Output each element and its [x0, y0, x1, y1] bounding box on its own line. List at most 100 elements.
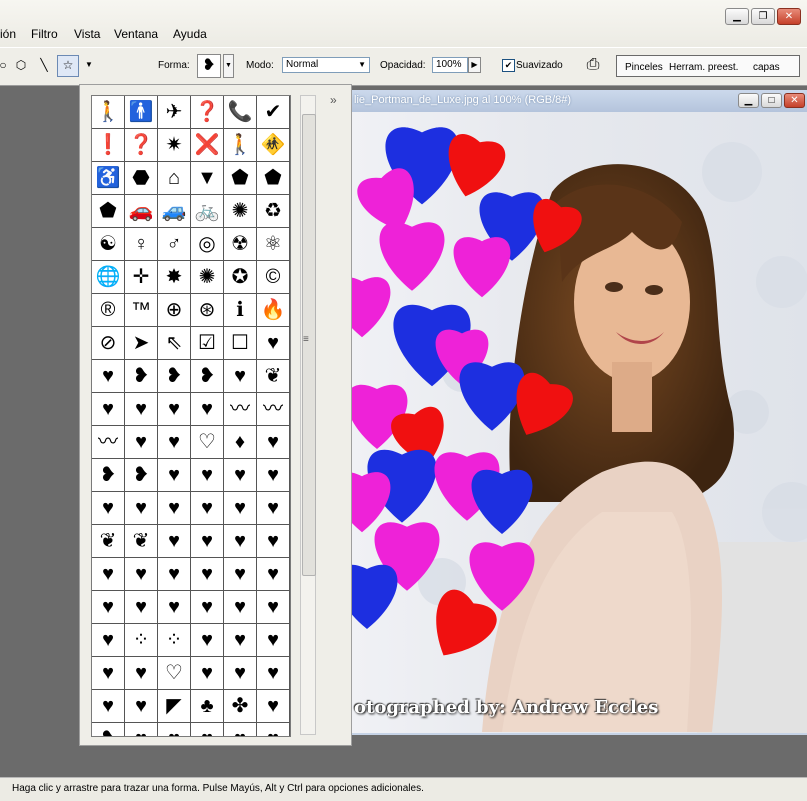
close-button[interactable]: ✕	[777, 8, 801, 25]
shape-cell[interactable]: ♥	[257, 525, 290, 558]
shape-cell[interactable]: ☐	[224, 327, 257, 360]
shape-cell[interactable]: ♥	[257, 591, 290, 624]
shape-cell[interactable]: ⇖	[158, 327, 191, 360]
shape-cell[interactable]: ♿	[92, 162, 125, 195]
shape-cell[interactable]: ♥	[191, 591, 224, 624]
shape-cell[interactable]: 〰	[224, 393, 257, 426]
shape-cell[interactable]: 🚸	[257, 129, 290, 162]
shape-cell[interactable]: ♻	[257, 195, 290, 228]
panel-menu-icon[interactable]: »	[330, 93, 337, 107]
image-canvas[interactable]: otographed by: Andrew Eccles	[352, 112, 807, 733]
antialias-checkbox[interactable]: ✔	[502, 59, 515, 72]
opacity-slider-arrow-icon[interactable]: ▶	[468, 57, 481, 73]
shape-cell[interactable]: ♥	[158, 558, 191, 591]
shape-cell[interactable]: ♥	[257, 723, 290, 736]
polygon-tool-icon[interactable]: ⬡	[12, 56, 30, 74]
shape-grid-scrollbar[interactable]: ≡	[300, 95, 316, 735]
shape-cell[interactable]: ♥	[125, 558, 158, 591]
menu-filtro[interactable]: Filtro	[31, 27, 58, 41]
shape-cell[interactable]: ♥	[158, 723, 191, 736]
shape-cell[interactable]: 🚶	[92, 96, 125, 129]
shape-cell[interactable]: ❓	[191, 96, 224, 129]
shape-cell[interactable]: ♣	[191, 690, 224, 723]
shape-cell[interactable]: ♥	[191, 558, 224, 591]
shape-cell[interactable]: ⬟	[257, 162, 290, 195]
shape-cell[interactable]: ♥	[125, 492, 158, 525]
shape-cell[interactable]: ♥	[257, 492, 290, 525]
shape-cell[interactable]: ♥	[125, 393, 158, 426]
shape-cell[interactable]: ♦	[224, 426, 257, 459]
ellipse-tool-icon[interactable]: ○	[0, 56, 12, 74]
shape-cell[interactable]: ✔	[257, 96, 290, 129]
shape-cell[interactable]: ♥	[224, 591, 257, 624]
shape-cell[interactable]: ✪	[224, 261, 257, 294]
shape-cell[interactable]: ♥	[191, 723, 224, 736]
shape-cell[interactable]: ⁘	[158, 624, 191, 657]
shape-cell[interactable]: 〰	[92, 426, 125, 459]
shape-cell[interactable]: ✸	[158, 261, 191, 294]
shape-cell[interactable]: ♥	[158, 591, 191, 624]
shape-cell[interactable]: 🚙	[158, 195, 191, 228]
shape-cell[interactable]: ♡	[191, 426, 224, 459]
opacity-field[interactable]: 100%	[432, 57, 468, 73]
shape-cell[interactable]: ♥	[224, 723, 257, 736]
mode-select[interactable]: Normal ▼	[282, 57, 370, 73]
shape-cell[interactable]: ♥	[191, 393, 224, 426]
shape-cell[interactable]: ✷	[158, 129, 191, 162]
shape-cell[interactable]: ♥	[125, 591, 158, 624]
toggle-palettes-icon[interactable]: ⎙	[584, 56, 602, 74]
shape-preview-icon[interactable]: ❥	[197, 54, 221, 78]
shape-cell[interactable]: ♀	[125, 228, 158, 261]
shape-cell[interactable]: ⌂	[158, 162, 191, 195]
shape-cell[interactable]: ♂	[158, 228, 191, 261]
menu-vista[interactable]: Vista	[74, 27, 100, 41]
shape-cell[interactable]: ❓	[125, 129, 158, 162]
shape-cell[interactable]: ♥	[92, 360, 125, 393]
shape-cell[interactable]: ♥	[92, 558, 125, 591]
shape-cell[interactable]: ♥	[92, 591, 125, 624]
shape-cell[interactable]: 🚶	[224, 129, 257, 162]
tab-capas[interactable]: capas	[753, 62, 780, 73]
shape-cell[interactable]: ♥	[125, 657, 158, 690]
shape-cell[interactable]: ❥	[125, 459, 158, 492]
shape-cell[interactable]: ☯	[92, 228, 125, 261]
shape-cell[interactable]: ♥	[224, 525, 257, 558]
shape-cell[interactable]: ♥	[257, 657, 290, 690]
shape-cell[interactable]: ♥	[257, 327, 290, 360]
shape-picker-arrow-icon[interactable]: ▼	[223, 54, 234, 78]
shape-cell[interactable]: ◎	[191, 228, 224, 261]
shape-cell[interactable]: ®	[92, 294, 125, 327]
shape-cell[interactable]: ⁘	[125, 624, 158, 657]
shape-cell[interactable]: ♥	[158, 525, 191, 558]
shape-cell[interactable]: ☢	[224, 228, 257, 261]
shape-cell[interactable]: ℹ	[224, 294, 257, 327]
scrollbar-thumb[interactable]	[302, 114, 316, 576]
shape-cell[interactable]: ❦	[125, 525, 158, 558]
shape-cell[interactable]: ❥	[92, 723, 125, 736]
shape-cell[interactable]: ♥	[224, 657, 257, 690]
shape-cell[interactable]: ❥	[125, 360, 158, 393]
shape-cell[interactable]: ©	[257, 261, 290, 294]
shape-cell[interactable]: ❦	[257, 360, 290, 393]
shape-cell[interactable]: ♥	[125, 690, 158, 723]
shape-cell[interactable]: ♥	[257, 426, 290, 459]
shape-cell[interactable]: ♥	[224, 459, 257, 492]
shape-cell[interactable]: ☑	[191, 327, 224, 360]
custom-shape-tool-icon[interactable]: ☆	[57, 55, 79, 77]
shape-cell[interactable]: ⬟	[92, 195, 125, 228]
shape-cell[interactable]: ➤	[125, 327, 158, 360]
shape-cell[interactable]: ❦	[92, 525, 125, 558]
shape-cell[interactable]: ✺	[191, 261, 224, 294]
shape-cell[interactable]: 〰	[257, 393, 290, 426]
shape-cell[interactable]: ♥	[257, 690, 290, 723]
shape-cell[interactable]: 📞	[224, 96, 257, 129]
tab-pinceles[interactable]: Pinceles	[625, 62, 663, 73]
doc-close-button[interactable]: ✕	[784, 93, 805, 108]
shape-cell[interactable]: ♥	[158, 459, 191, 492]
shape-cell[interactable]: ♥	[158, 393, 191, 426]
shape-cell[interactable]: ♥	[125, 426, 158, 459]
minimize-button[interactable]: ▁	[725, 8, 749, 25]
shape-cell[interactable]: ♥	[191, 492, 224, 525]
shape-cell[interactable]: ⬟	[224, 162, 257, 195]
shape-cell[interactable]: ❥	[92, 459, 125, 492]
